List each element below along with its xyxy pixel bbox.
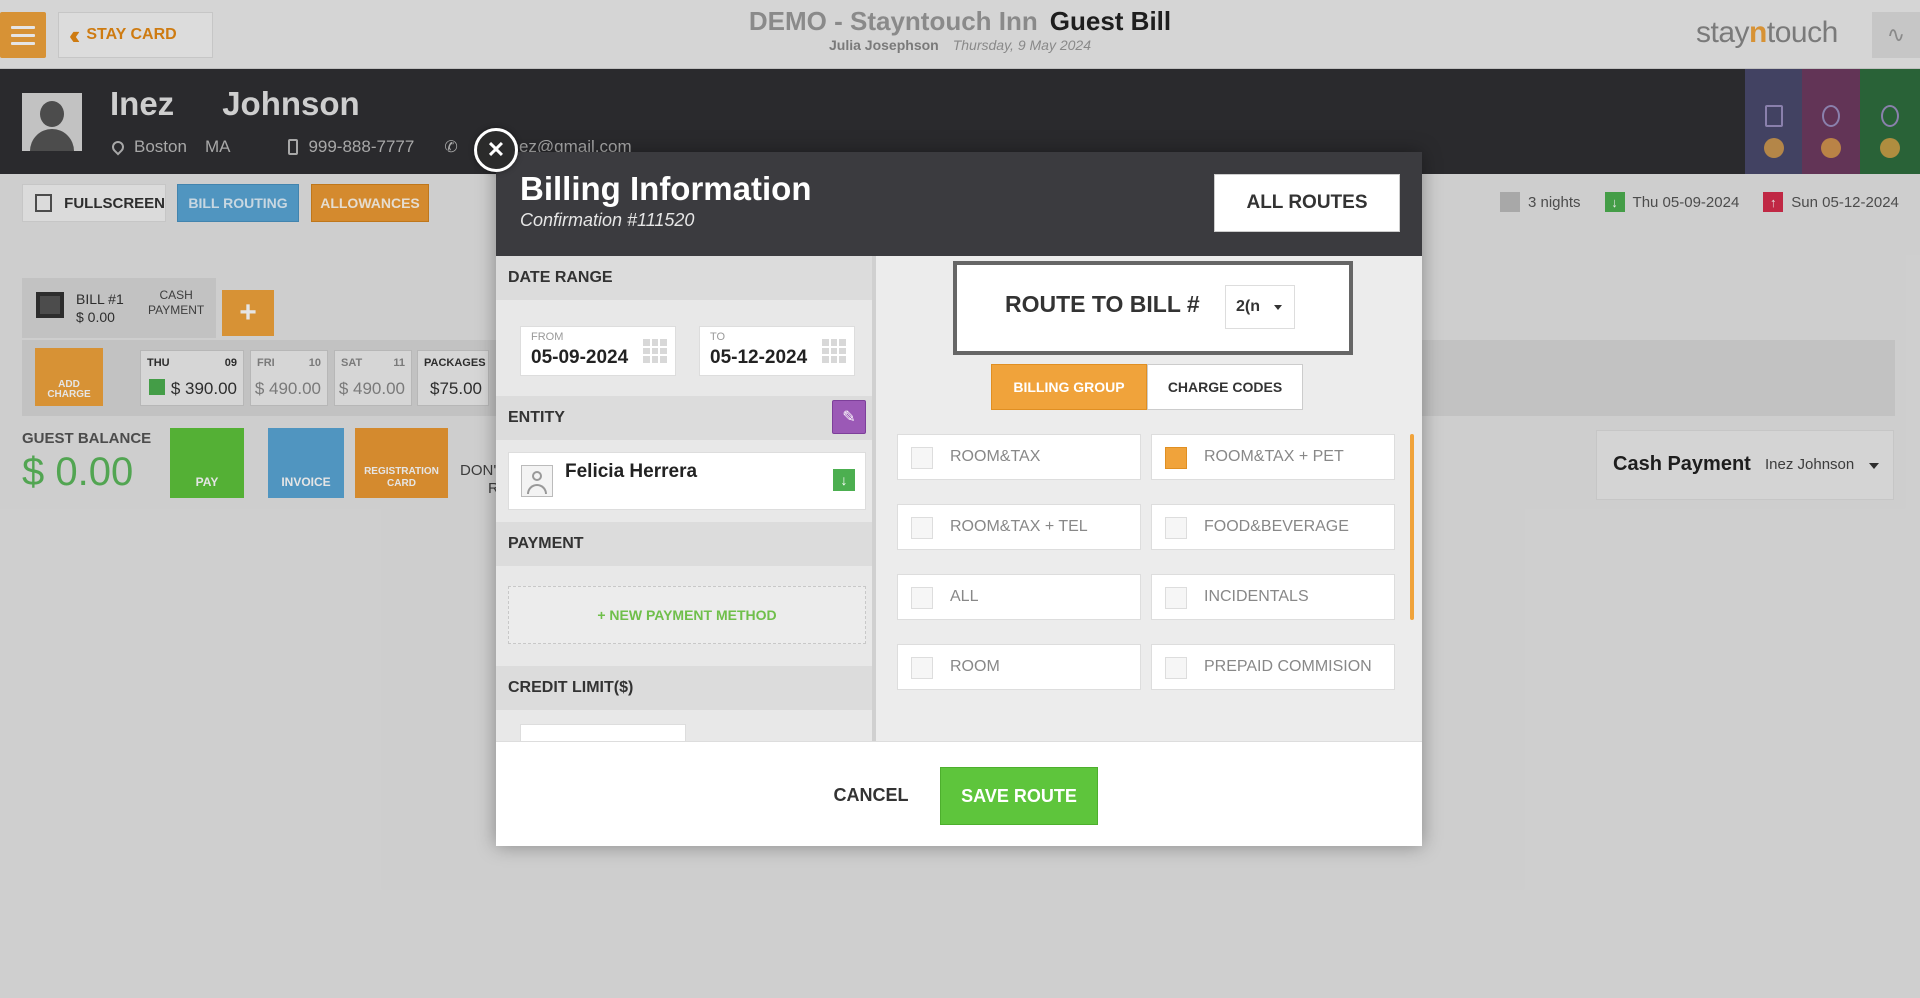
avatar-head [532,471,542,481]
from-label: FROM [531,331,564,343]
to-label: TO [710,331,726,343]
avatar-body [527,484,547,494]
cancel-button[interactable]: CANCEL [826,778,916,812]
to-date-field[interactable]: TO 05-12-2024 [699,326,855,376]
checkbox[interactable] [911,447,933,469]
pencil-icon: ✎ [842,409,856,426]
tab-billing-group[interactable]: BILLING GROUP [991,364,1147,410]
all-routes-button[interactable]: ALL ROUTES [1214,174,1400,232]
new-payment-method-button[interactable]: + NEW PAYMENT METHOD [508,586,866,644]
billing-group-option[interactable]: ROOM&TAX + PET [1151,434,1395,480]
entity-card[interactable]: Felicia Herrera ↓ [508,452,866,510]
calendar-icon [643,339,667,363]
billing-group-option[interactable]: ROOM&TAX + TEL [897,504,1141,550]
option-label: PREPAID COMMISION [1204,658,1372,675]
checkbox[interactable] [911,587,933,609]
from-value: 05-09-2024 [531,347,629,368]
checkbox[interactable] [1165,517,1187,539]
modal-title: Billing Information [520,170,812,207]
checkbox[interactable] [1165,587,1187,609]
route-to-bill-label: ROUTE TO BILL # [1005,291,1200,317]
billing-group-option[interactable]: FOOD&BEVERAGE [1151,504,1395,550]
route-bill-value: 2(n [1236,298,1260,315]
routing-targets-pane: ROUTE TO BILL # 2(n BILLING GROUP CHARGE… [876,256,1422,741]
close-icon: ✕ [486,137,506,162]
routing-details-pane: DATE RANGE FROM 05-09-2024 TO 05-12-2024… [496,256,876,741]
calendar-icon [822,339,846,363]
credit-limit-heading: CREDIT LIMIT($) [496,666,872,710]
billing-group-option[interactable]: ROOM&TAX [897,434,1141,480]
checkbox[interactable] [911,517,933,539]
checkbox[interactable] [1165,657,1187,679]
edit-entity-button[interactable]: ✎ [832,400,866,434]
payment-heading: PAYMENT [496,522,872,566]
save-route-button[interactable]: SAVE ROUTE [940,767,1098,825]
modal-footer: CANCEL SAVE ROUTE [496,741,1422,846]
checkbox-checked[interactable] [1165,447,1187,469]
billing-group-option[interactable]: ROOM [897,644,1141,690]
option-label: ROOM&TAX + PET [1204,448,1344,465]
option-label: FOOD&BEVERAGE [1204,518,1349,535]
checkbox[interactable] [911,657,933,679]
option-label: ROOM&TAX [950,448,1041,465]
close-modal-button[interactable]: ✕ [474,128,518,172]
options-scrollbar[interactable] [1410,434,1414,620]
entity-avatar-icon [521,465,553,497]
modal-header: Billing Information Confirmation #111520… [496,152,1422,256]
date-range-heading: DATE RANGE [496,256,872,300]
option-label: ROOM&TAX + TEL [950,518,1088,535]
billing-group-option[interactable]: INCIDENTALS [1151,574,1395,620]
option-label: INCIDENTALS [1204,588,1309,605]
download-arrow-icon[interactable]: ↓ [833,469,855,491]
billing-group-option[interactable]: PREPAID COMMISION [1151,644,1395,690]
entity-name: Felicia Herrera [565,461,698,482]
from-date-field[interactable]: FROM 05-09-2024 [520,326,676,376]
tab-charge-codes[interactable]: CHARGE CODES [1147,364,1303,410]
option-label: ALL [950,588,979,605]
option-label: ROOM [950,658,1000,675]
confirmation-number: Confirmation #111520 [520,210,695,230]
entity-heading: ENTITY [496,396,872,440]
route-to-bill-box: ROUTE TO BILL # 2(n [953,261,1353,355]
billing-group-option[interactable]: ALL [897,574,1141,620]
credit-limit-input[interactable] [520,724,686,741]
billing-information-modal: Billing Information Confirmation #111520… [496,152,1422,846]
route-bill-select[interactable]: 2(n [1225,285,1295,329]
to-value: 05-12-2024 [710,347,808,368]
caret-down-icon [1274,305,1282,310]
